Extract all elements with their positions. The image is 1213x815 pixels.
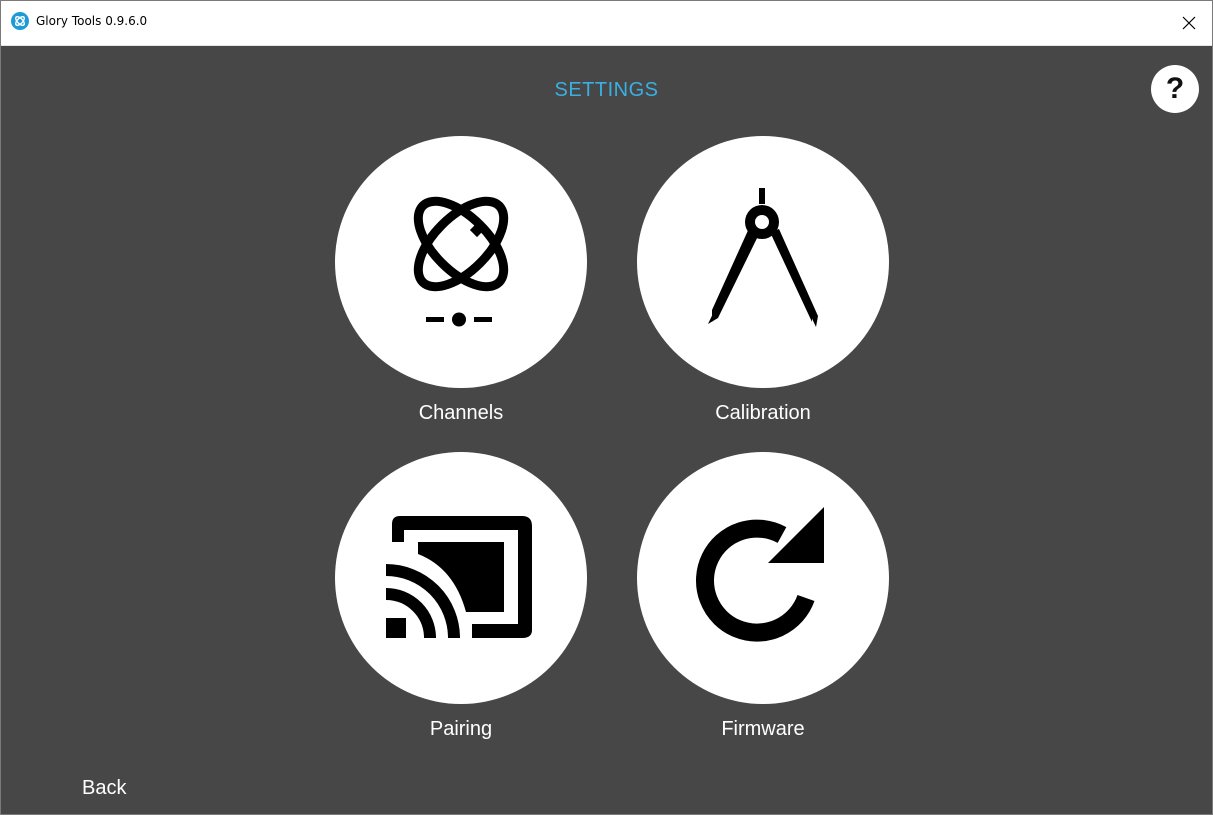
channels-label: Channels	[418, 402, 504, 424]
pairing-button[interactable]	[335, 452, 587, 704]
calibration-button[interactable]	[637, 136, 889, 388]
close-icon	[1182, 16, 1196, 30]
help-icon: ?	[1165, 72, 1185, 105]
channels-tile[interactable]: Channels	[335, 136, 587, 425]
refresh-icon	[696, 507, 824, 642]
compass-icon	[708, 188, 818, 327]
channels-atom-icon	[413, 196, 509, 327]
title-bar: Glory Tools 0.9.6.0	[1, 1, 1212, 46]
firmware-tile[interactable]: Firmware	[637, 452, 889, 741]
firmware-label: Firmware	[721, 718, 805, 740]
glory-logo-icon	[11, 12, 29, 30]
window-title: Glory Tools 0.9.6.0	[36, 14, 148, 28]
cast-icon	[386, 515, 532, 638]
calibration-label: Calibration	[715, 402, 811, 424]
settings-page: SETTINGS ? Channels Calibration Pairing …	[1, 46, 1212, 814]
close-button[interactable]	[1166, 1, 1212, 45]
app-window: Glory Tools 0.9.6.0 SETTINGS ? Channels …	[0, 0, 1213, 815]
page-title: SETTINGS	[554, 79, 659, 101]
pairing-tile[interactable]: Pairing	[335, 452, 587, 741]
calibration-tile[interactable]: Calibration	[637, 136, 889, 425]
firmware-button[interactable]	[637, 452, 889, 704]
pairing-label: Pairing	[429, 718, 493, 740]
back-button[interactable]: Back	[82, 777, 126, 800]
channels-button[interactable]	[335, 136, 587, 388]
help-button[interactable]: ?	[1151, 65, 1199, 113]
